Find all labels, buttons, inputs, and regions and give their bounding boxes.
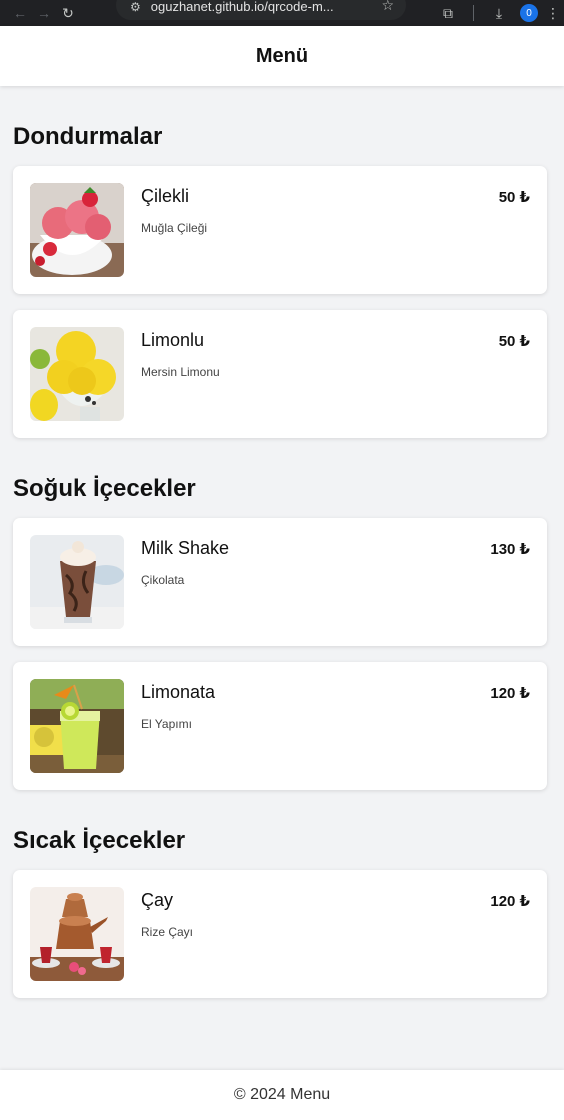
profile-avatar[interactable]: 0 xyxy=(520,4,538,22)
item-name: Milk Shake xyxy=(141,538,230,558)
bookmark-star-icon[interactable]: ☆ xyxy=(381,0,394,14)
item-price: 120 ₺ xyxy=(490,685,530,702)
strawberry-ice-cream-image xyxy=(30,183,124,277)
chocolate-milkshake-image xyxy=(30,535,124,629)
site-settings-icon[interactable]: ⚙ xyxy=(130,0,141,14)
menu-item-card[interactable]: Limonata El Yapımı 120 ₺ xyxy=(13,662,547,790)
reload-icon[interactable]: ↻ xyxy=(56,2,80,24)
extensions-icon[interactable]: ⧉ xyxy=(435,5,461,22)
item-description: El Yapımı xyxy=(141,717,192,731)
item-name: Limonlu xyxy=(141,330,205,350)
download-icon[interactable]: ⤓ xyxy=(486,5,512,22)
menu-item-card[interactable]: Çilekli Muğla Çileği 50 ₺ xyxy=(13,166,547,294)
browser-menu-icon[interactable]: ⋮ xyxy=(546,5,560,22)
item-price: 120 ₺ xyxy=(490,893,530,910)
item-name: Limonata xyxy=(141,682,216,702)
item-description: Çikolata xyxy=(141,573,185,587)
browser-toolbar: ← → ↻ ⚙ oguzhanet.github.io/qrcode-m... … xyxy=(0,0,564,26)
item-price: 50 ₺ xyxy=(498,189,530,206)
toolbar-divider xyxy=(473,5,474,21)
menu-item-card[interactable]: Limonlu Mersin Limonu 50 ₺ xyxy=(13,310,547,438)
section-title-dondurmalar: Dondurmalar xyxy=(13,123,163,150)
item-price: 130 ₺ xyxy=(490,541,530,558)
item-description: Rize Çayı xyxy=(141,925,194,939)
turkish-tea-image xyxy=(30,887,124,981)
page-footer: © 2024 Menu xyxy=(0,1070,564,1120)
item-description: Mersin Limonu xyxy=(141,365,220,379)
item-price: 50 ₺ xyxy=(498,333,530,350)
page-header: Menü xyxy=(0,26,564,86)
item-name: Çay xyxy=(141,890,174,910)
lemonade-image xyxy=(30,679,124,773)
item-name: Çilekli xyxy=(141,186,190,206)
address-bar[interactable]: ⚙ oguzhanet.github.io/qrcode-m... ☆ xyxy=(116,0,406,20)
url-text[interactable]: oguzhanet.github.io/qrcode-m... xyxy=(151,0,382,14)
menu-item-card[interactable]: Milk Shake Çikolata 130 ₺ xyxy=(13,518,547,646)
back-icon[interactable]: ← xyxy=(8,2,32,24)
forward-icon[interactable]: → xyxy=(32,2,56,24)
toolbar-right: ⧉ ⤓ 0 ⋮ xyxy=(435,0,564,26)
item-description: Muğla Çileği xyxy=(141,221,208,235)
section-title-sicak-icecekler: Sıcak İçecekler xyxy=(13,827,186,854)
lemon-ice-cream-image xyxy=(30,327,124,421)
menu-item-card[interactable]: Çay Rize Çayı 120 ₺ xyxy=(13,870,547,998)
page-title: Menü xyxy=(255,44,309,67)
menu-content: Dondurmalar Çilekli Muğla Çileği 50 ₺ Li… xyxy=(13,86,547,1014)
footer-copyright: © 2024 Menu xyxy=(233,1086,331,1103)
section-title-soguk-icecekler: Soğuk İçecekler xyxy=(13,475,196,502)
